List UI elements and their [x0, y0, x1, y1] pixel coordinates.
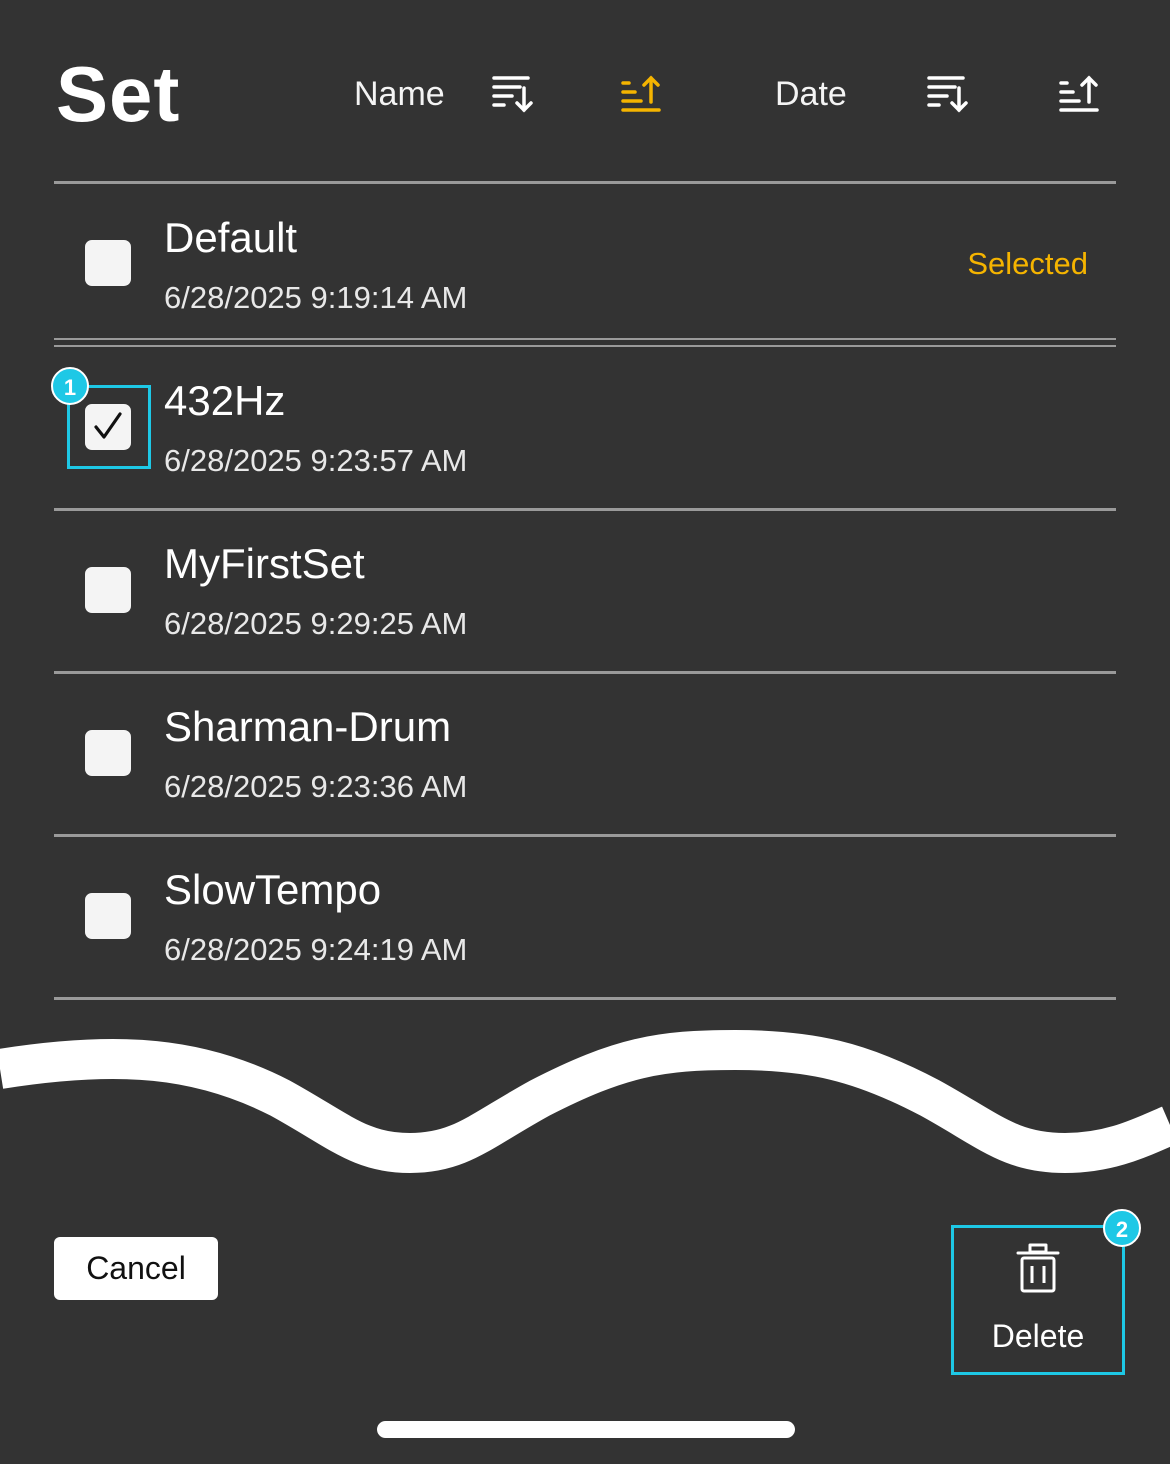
list-item[interactable]: Default 6/28/2025 9:19:14 AM Selected — [54, 184, 1116, 344]
list-divider — [54, 997, 1116, 1000]
item-name: Sharman-Drum — [164, 703, 452, 750]
list-item[interactable]: MyFirstSet 6/28/2025 9:29:25 AM — [54, 511, 1116, 671]
item-name: 432Hz — [164, 377, 286, 424]
annotation-highlight-box — [951, 1225, 1125, 1375]
list-item[interactable]: 432Hz 6/28/2025 9:23:57 AM — [54, 348, 1116, 508]
list-item[interactable]: SlowTempo 6/28/2025 9:24:19 AM — [54, 837, 1116, 997]
item-date: 6/28/2025 9:23:57 AM — [164, 443, 468, 478]
selected-badge: Selected — [967, 246, 1088, 281]
item-checkbox[interactable] — [85, 240, 131, 286]
item-name: MyFirstSet — [164, 540, 365, 587]
annotation-marker: 1 — [51, 367, 89, 405]
sort-name-ascending-icon[interactable] — [619, 72, 663, 116]
item-name: Default — [164, 214, 298, 261]
item-date: 6/28/2025 9:19:14 AM — [164, 280, 468, 315]
item-checkbox[interactable] — [85, 893, 131, 939]
cancel-button[interactable]: Cancel — [54, 1237, 218, 1300]
list-divider — [54, 345, 1116, 347]
item-checkbox[interactable] — [85, 567, 131, 613]
list-item[interactable]: Sharman-Drum 6/28/2025 9:23:36 AM — [54, 674, 1116, 834]
item-checkbox[interactable] — [85, 730, 131, 776]
page-title: Set — [56, 50, 181, 138]
sort-date-descending-icon[interactable] — [925, 72, 969, 116]
item-date: 6/28/2025 9:24:19 AM — [164, 932, 468, 967]
wave-separator — [0, 1029, 1170, 1174]
sort-name-label: Name — [354, 75, 445, 113]
item-date: 6/28/2025 9:29:25 AM — [164, 606, 468, 641]
item-date: 6/28/2025 9:23:36 AM — [164, 769, 468, 804]
sort-date-ascending-icon[interactable] — [1057, 72, 1101, 116]
sort-name-descending-icon[interactable] — [490, 72, 534, 116]
item-name: SlowTempo — [164, 866, 382, 913]
annotation-marker: 2 — [1103, 1209, 1141, 1247]
sort-date-label: Date — [775, 75, 847, 113]
home-indicator — [377, 1421, 795, 1438]
